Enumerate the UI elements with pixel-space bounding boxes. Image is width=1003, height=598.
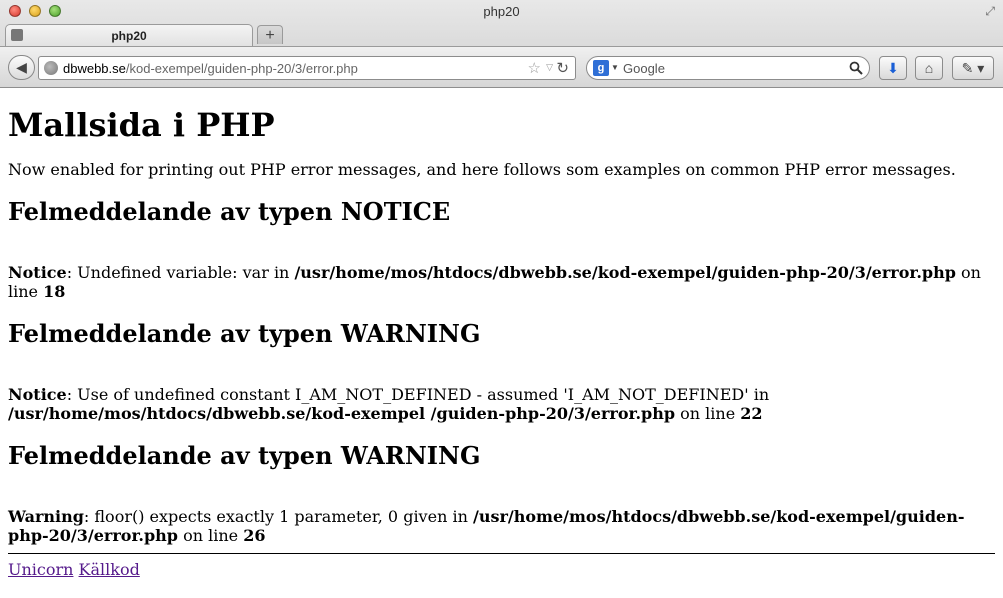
error-line: 26 — [243, 526, 266, 545]
error-file: /usr/home/mos/htdocs/dbwebb.se/kod-exemp… — [294, 263, 956, 282]
error-on-line: on line — [675, 404, 741, 423]
page-title: Mallsida i PHP — [8, 106, 275, 144]
url-path: /kod-exempel/guiden-php-20/3/error.php — [125, 61, 358, 76]
developer-tools-button[interactable]: ✎ ▾ — [952, 56, 994, 80]
error-line: 22 — [740, 404, 763, 423]
reload-icon[interactable]: ↻ — [556, 59, 569, 77]
window-title: php20 — [483, 4, 520, 19]
address-bar[interactable]: dbwebb.se/kod-exempel/guiden-php-20/3/er… — [38, 56, 576, 80]
globe-icon — [44, 61, 58, 75]
error-level: Notice — [8, 385, 67, 404]
unicorn-link[interactable]: Unicorn — [8, 560, 73, 579]
footer: Unicorn Källkod — [8, 560, 995, 579]
engine-dropdown-icon[interactable]: ▼ — [611, 63, 619, 72]
url-text[interactable]: dbwebb.se/kod-exempel/guiden-php-20/3/er… — [63, 61, 358, 76]
search-icon[interactable] — [849, 61, 863, 75]
home-button[interactable]: ⌂ — [915, 56, 943, 80]
intro-text: Now enabled for printing out PHP error m… — [8, 160, 956, 179]
source-code-link[interactable]: Källkod — [79, 560, 140, 579]
search-bar[interactable]: g ▼ Google — [586, 56, 870, 80]
back-button[interactable]: ◀ — [8, 55, 35, 80]
browser-chrome: php20 ⤢ php20 + ◀ dbwebb.se/kod-exempel/… — [0, 0, 1003, 88]
error-text: : Use of undefined constant I_AM_NOT_DEF… — [66, 385, 770, 404]
error-text: : Undefined variable: var in — [66, 263, 295, 282]
error-message: Warning: floor() expects exactly 1 param… — [8, 507, 995, 545]
bookmark-star-icon[interactable]: ☆ — [528, 59, 541, 77]
section-heading-warning: Felmeddelande av typen WARNING — [8, 319, 481, 348]
error-line: 18 — [43, 282, 66, 301]
url-domain: dbwebb.se — [63, 61, 126, 76]
page-content: Mallsida i PHP Now enabled for printing … — [8, 87, 995, 579]
search-input[interactable]: Google — [623, 61, 665, 76]
new-tab-button[interactable]: + — [257, 25, 283, 44]
downloads-button[interactable]: ⬇ — [879, 56, 907, 80]
error-text: : floor() expects exactly 1 parameter, 0… — [83, 507, 473, 526]
history-dropdown-icon[interactable]: ▽ — [546, 62, 553, 73]
footer-divider — [8, 553, 995, 554]
error-level: Notice — [8, 263, 67, 282]
navigation-toolbar: ◀ dbwebb.se/kod-exempel/guiden-php-20/3/… — [0, 46, 1003, 87]
section-heading-warning: Felmeddelande av typen WARNING — [8, 441, 481, 470]
tab-label: php20 — [111, 29, 147, 43]
error-message: Notice: Use of undefined constant I_AM_N… — [8, 385, 995, 423]
error-message: Notice: Undefined variable: var in /usr/… — [8, 263, 995, 301]
error-on-line: on line — [177, 526, 244, 545]
section-heading-notice: Felmeddelande av typen NOTICE — [8, 197, 451, 226]
fullscreen-icon[interactable]: ⤢ — [985, 4, 995, 19]
tab-strip: php20 + — [0, 24, 1003, 46]
error-file: /usr/home/mos/htdocs/dbwebb.se/kod-exemp… — [8, 404, 676, 423]
title-bar: php20 ⤢ — [0, 0, 1003, 24]
tab-php20[interactable]: php20 — [5, 24, 253, 46]
google-engine-icon[interactable]: g — [593, 60, 609, 76]
error-level: Warning — [8, 507, 84, 526]
